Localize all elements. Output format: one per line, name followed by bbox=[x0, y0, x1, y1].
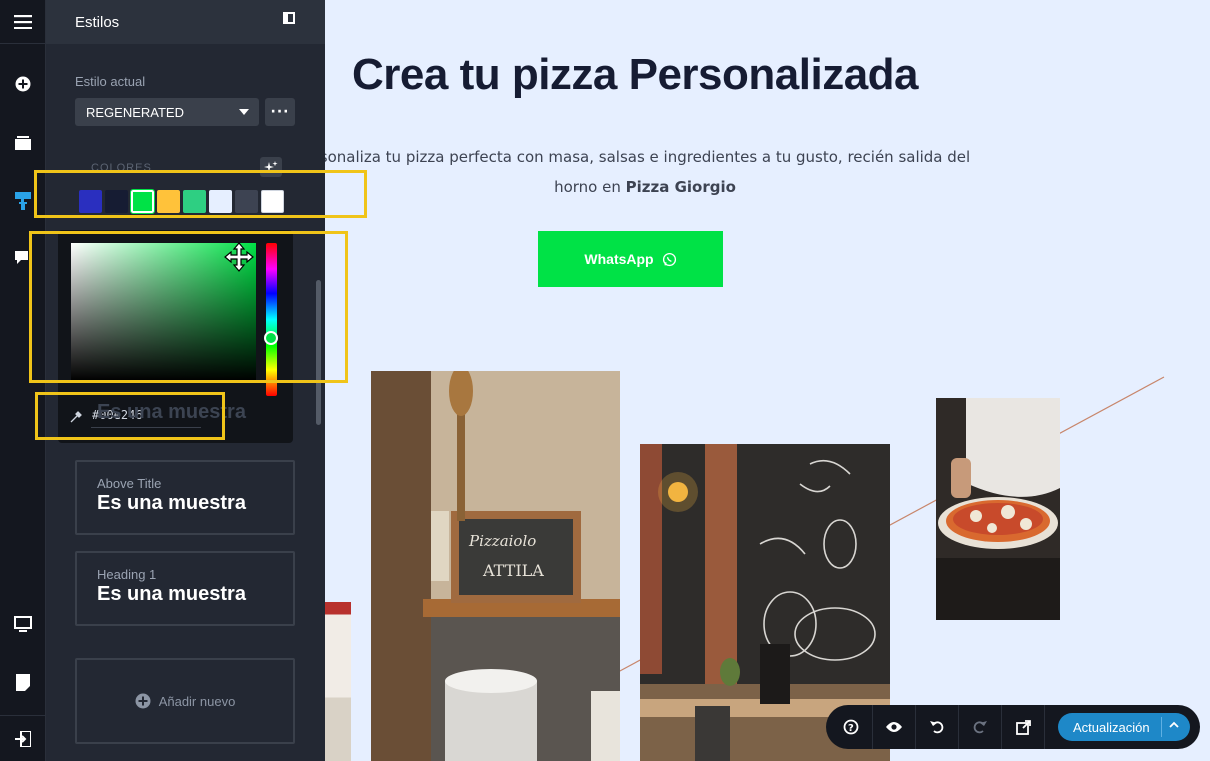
style-select-value: REGENERATED bbox=[86, 104, 184, 120]
help-icon: ? bbox=[843, 719, 859, 735]
open-external-button[interactable] bbox=[1002, 705, 1045, 749]
bottom-toolbar: ? Actualización bbox=[826, 705, 1200, 749]
menu-button[interactable] bbox=[0, 0, 46, 44]
chevron-up-icon[interactable] bbox=[1169, 721, 1179, 728]
layers-icon bbox=[15, 135, 31, 150]
redo-button[interactable] bbox=[959, 705, 1002, 749]
desktop-preview-button[interactable] bbox=[0, 604, 46, 644]
highlight-palette bbox=[34, 170, 367, 218]
brand-name: Pizza Giorgio bbox=[625, 178, 736, 196]
style-card-label: Heading 1 bbox=[97, 567, 157, 582]
help-button[interactable]: ? bbox=[830, 705, 873, 749]
style-card-heading-1[interactable]: Heading 1 Es una muestra bbox=[75, 551, 295, 626]
preview-eye-icon bbox=[886, 722, 902, 732]
add-circle-icon bbox=[15, 76, 31, 92]
hamburger-menu-icon bbox=[14, 14, 32, 29]
style-select[interactable]: REGENERATED bbox=[75, 98, 259, 126]
more-dots-icon: ··· bbox=[270, 104, 290, 120]
whatsapp-button[interactable]: WhatsApp bbox=[538, 231, 723, 287]
update-label: Actualización bbox=[1073, 719, 1150, 735]
panel-header: Estilos bbox=[46, 0, 325, 44]
style-card-sample: Es una muestra bbox=[97, 583, 246, 605]
sign-text-1: Pizzaiolo bbox=[468, 532, 536, 550]
subtitle-line-1: sonaliza tu pizza perfecta con masa, sal… bbox=[319, 148, 971, 166]
whatsapp-icon bbox=[662, 252, 676, 266]
pizza-chef-photo[interactable] bbox=[936, 398, 1060, 620]
page-subtitle[interactable]: sonaliza tu pizza perfecta con masa, sal… bbox=[315, 142, 975, 202]
add-element-button[interactable] bbox=[0, 64, 46, 104]
panel-collapse-icon[interactable] bbox=[283, 12, 295, 24]
open-external-icon bbox=[1015, 719, 1031, 735]
highlight-picker bbox=[29, 231, 348, 383]
redo-icon bbox=[973, 721, 987, 734]
style-card-label: Above Title bbox=[97, 476, 162, 491]
page-title[interactable]: Crea tu pizza Personalizada bbox=[352, 50, 919, 100]
photo-partial-left[interactable] bbox=[325, 602, 351, 761]
exit-button[interactable] bbox=[0, 715, 46, 761]
pages-button[interactable] bbox=[0, 662, 46, 702]
caret-down-icon bbox=[239, 109, 249, 115]
sections-button[interactable] bbox=[0, 122, 46, 162]
pizzeria-shop-photo[interactable]: Pizzaiolo ATTILA bbox=[371, 371, 620, 761]
subtitle-line-2: horno en bbox=[554, 178, 626, 196]
whatsapp-label: WhatsApp bbox=[584, 251, 654, 267]
style-options-button[interactable]: ··· bbox=[265, 98, 295, 126]
style-card-sample: Es una muestra bbox=[97, 492, 246, 514]
add-new-label: Añadir nuevo bbox=[158, 693, 236, 709]
style-card-above-title[interactable]: Above Title Es una muestra bbox=[75, 460, 295, 535]
add-new-style-button[interactable]: Añadir nuevo bbox=[75, 658, 295, 744]
paint-roller-icon bbox=[15, 192, 31, 210]
undo-icon bbox=[930, 721, 944, 734]
undo-button[interactable] bbox=[916, 705, 959, 749]
exit-icon bbox=[15, 730, 31, 747]
svg-text:?: ? bbox=[848, 723, 854, 734]
sign-text-2: ATTILA bbox=[482, 561, 544, 580]
update-button[interactable]: Actualización bbox=[1058, 713, 1190, 741]
highlight-hex bbox=[35, 392, 225, 440]
page-icon bbox=[16, 673, 30, 691]
preview-button[interactable] bbox=[873, 705, 916, 749]
current-style-label: Estilo actual bbox=[75, 74, 146, 89]
monitor-icon bbox=[14, 616, 32, 632]
update-divider bbox=[1161, 717, 1162, 737]
add-circle-icon bbox=[135, 693, 151, 709]
panel-title: Estilos bbox=[75, 13, 120, 31]
